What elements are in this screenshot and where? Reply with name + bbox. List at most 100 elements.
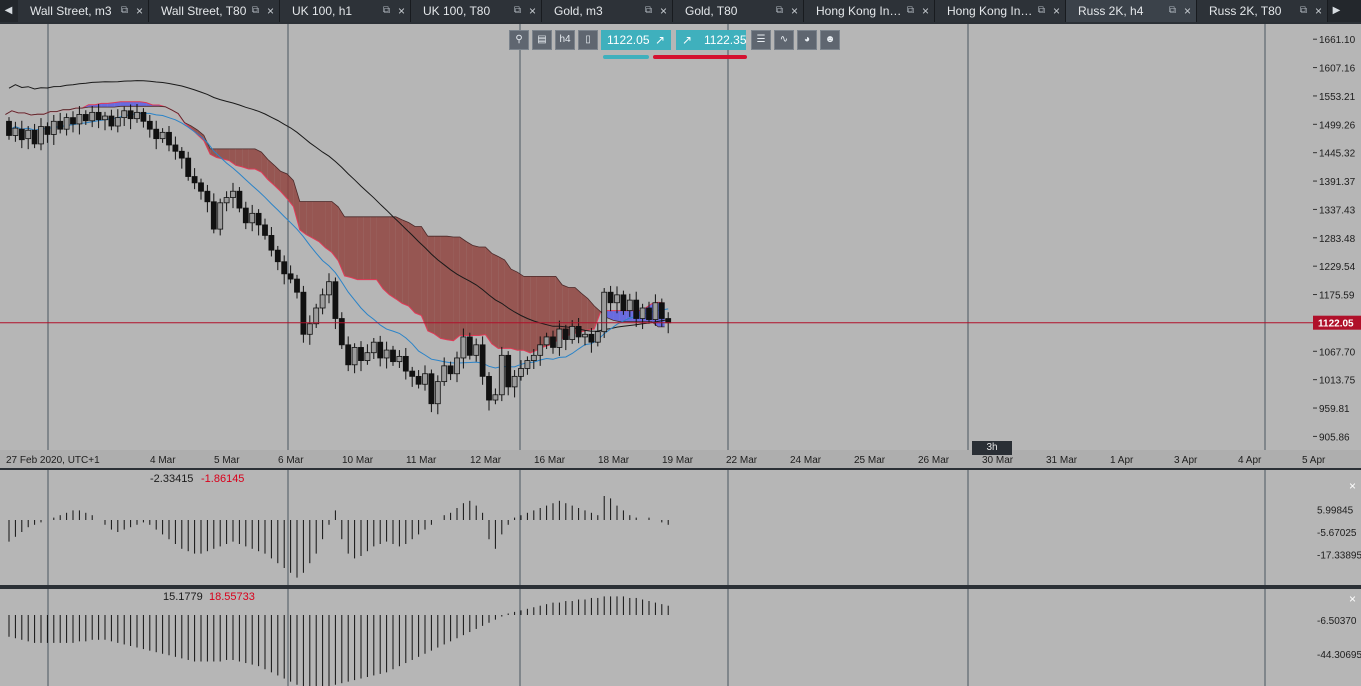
tab-7[interactable]: Hong Kong Ind… ⧉ × <box>804 0 935 22</box>
tab-9[interactable]: Russ 2K, h4 ⧉ × <box>1066 0 1197 22</box>
candle-body <box>614 294 620 304</box>
candle-body <box>76 114 83 125</box>
ichimoku-cloud-segment <box>357 216 364 280</box>
tab-10[interactable]: Russ 2K, T80 ⧉ × <box>1197 0 1328 22</box>
buy-price-button[interactable]: ↗ 1122.35 <box>676 30 747 50</box>
candle-body <box>646 307 652 320</box>
candle-body <box>44 126 51 135</box>
time-label: 4 Apr <box>1238 455 1262 466</box>
time-axis[interactable]: 27 Feb 2020, UTC+1 4 Mar 5 Mar 6 Mar 10 Mar 1… <box>0 450 1361 468</box>
close-icon[interactable]: × <box>529 0 536 22</box>
candle-body <box>588 333 595 343</box>
ichimoku-cloud-segment <box>325 201 332 253</box>
timeframe-button[interactable]: h4 <box>555 30 575 50</box>
detach-icon[interactable]: ⧉ <box>907 0 914 22</box>
candle-body <box>57 120 64 130</box>
ichimoku-cloud-segment <box>415 226 422 316</box>
close-icon[interactable]: × <box>660 0 667 22</box>
price-tick-label: 1283.48 <box>1319 234 1356 245</box>
indicators-icon[interactable]: ∿ <box>774 30 794 50</box>
candle-body <box>447 365 454 375</box>
ichimoku-cloud-segment <box>408 222 415 313</box>
ichimoku-cloud-segment <box>363 216 371 280</box>
time-label: 5 Apr <box>1302 455 1326 466</box>
close-icon[interactable]: × <box>1053 0 1060 22</box>
detach-icon[interactable]: ⧉ <box>1169 0 1176 22</box>
price-tick-label: 1445.32 <box>1319 149 1356 160</box>
tab-6[interactable]: Gold, T80 ⧉ × <box>673 0 804 22</box>
tab-1[interactable]: Wall Street, m3 ⧉ × <box>18 0 149 22</box>
ichimoku-cloud-segment <box>485 246 492 344</box>
tab-scroll-left-icon[interactable]: ◀ <box>0 0 21 22</box>
anonymous-icon[interactable]: ☻ <box>820 30 840 50</box>
detach-icon[interactable]: ⧉ <box>1300 0 1307 22</box>
current-price-label: 1122.05 <box>1318 319 1354 330</box>
candle-body <box>422 373 428 385</box>
candle-body <box>268 235 275 251</box>
detach-icon[interactable]: ⧉ <box>514 0 521 22</box>
oscillator-pane[interactable]: 15.1779 18.55733 <box>0 589 1313 686</box>
tab-3[interactable]: UK 100, h1 ⧉ × <box>280 0 411 22</box>
candle-body <box>63 117 70 130</box>
candle-body <box>114 117 121 127</box>
price-tick-label: 1391.37 <box>1319 177 1356 188</box>
price-tick-label: 1607.16 <box>1319 64 1356 75</box>
candle-body <box>281 261 288 275</box>
candle-body <box>236 190 243 209</box>
candle-body <box>50 120 57 135</box>
candle-body <box>658 302 665 319</box>
close-icon[interactable]: × <box>398 0 405 22</box>
close-icon[interactable]: × <box>791 0 798 22</box>
candle-body <box>255 212 262 226</box>
tab-label: Wall Street, T80 <box>161 4 247 18</box>
close-icon[interactable]: × <box>1315 0 1322 22</box>
candle-body <box>479 344 486 377</box>
macd-tick-label: -5.67025 <box>1317 528 1357 539</box>
detach-icon[interactable]: ⧉ <box>776 0 783 22</box>
zoom-icon[interactable]: ⚲ <box>509 30 529 50</box>
tab-scroll-right-icon[interactable]: ▶ <box>1324 0 1349 22</box>
osc-close-icon[interactable]: × <box>1349 592 1356 606</box>
time-label: 10 Mar <box>342 455 374 466</box>
detach-icon[interactable]: ⧉ <box>252 0 259 22</box>
candle-body <box>38 126 44 145</box>
tab-8[interactable]: Hong Kong Ind… ⧉ × <box>935 0 1066 22</box>
candle-body <box>31 129 38 145</box>
sell-price-button[interactable]: 1122.05 ↗ <box>601 30 671 50</box>
ichimoku-cloud-segment <box>466 241 473 336</box>
candle-body <box>454 357 460 375</box>
candle-body <box>82 114 89 122</box>
macd-value-b: -1.86145 <box>201 473 245 485</box>
macd-pane[interactable]: -2.33415 -1.86145 <box>0 470 1313 585</box>
tab-4[interactable]: UK 100, T80 ⧉ × <box>411 0 542 22</box>
candle-body <box>511 375 518 388</box>
indicator-list-icon[interactable]: ☰ <box>751 30 771 50</box>
candle-body <box>127 110 134 120</box>
candle-body <box>473 344 480 356</box>
ichimoku-cloud-segment <box>101 103 108 108</box>
chart-type-icon[interactable]: ▯ <box>578 30 598 50</box>
tab-5[interactable]: Gold, m3 ⧉ × <box>542 0 673 22</box>
macd-close-icon[interactable]: × <box>1349 479 1356 493</box>
candle-body <box>210 201 217 230</box>
detach-icon[interactable]: ⧉ <box>121 0 128 22</box>
ichimoku-cloud-segment <box>383 216 390 295</box>
time-label: 12 Mar <box>470 455 502 466</box>
candle-body <box>562 328 569 340</box>
tab-2[interactable]: Wall Street, T80 ⧉ × <box>149 0 280 22</box>
candle-body <box>466 336 473 356</box>
close-icon[interactable]: × <box>1184 0 1191 22</box>
close-icon[interactable]: × <box>922 0 929 22</box>
candle-body <box>140 111 147 122</box>
sentiment-icon[interactable]: ◕ <box>797 30 817 50</box>
chart-settings-icon[interactable]: ▤ <box>532 30 552 50</box>
detach-icon[interactable]: ⧉ <box>645 0 652 22</box>
detach-icon[interactable]: ⧉ <box>383 0 390 22</box>
price-axis[interactable]: 1661.10 1607.16 1553.21 1499.26 1445.32 1391.… <box>1313 24 1361 450</box>
close-icon[interactable]: × <box>136 0 143 22</box>
ichimoku-cloud-segment <box>267 159 275 186</box>
candle-body <box>25 129 32 140</box>
price-chart-area[interactable] <box>0 24 1313 450</box>
detach-icon[interactable]: ⧉ <box>1038 0 1045 22</box>
close-icon[interactable]: × <box>267 0 274 22</box>
